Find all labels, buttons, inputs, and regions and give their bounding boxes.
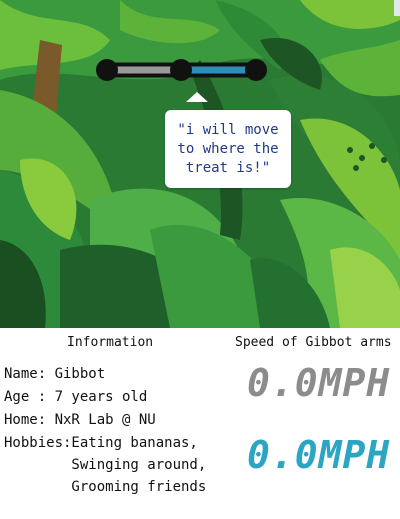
info-name: Name: Gibbot bbox=[4, 366, 106, 382]
arm-speed-readout-gray: 0.0MPH bbox=[247, 361, 391, 405]
info-age: Age : 7 years old bbox=[4, 389, 148, 405]
gibbot-center-joint bbox=[170, 59, 192, 81]
info-hobbies-line: Swinging around, bbox=[4, 457, 207, 473]
info-hobbies-line: Grooming friends bbox=[4, 479, 207, 495]
gibbot-left-joint bbox=[96, 59, 118, 81]
speech-bubble-line: to where the bbox=[177, 141, 279, 157]
speed-heading: Speed of Gibbot arms bbox=[235, 335, 392, 350]
speech-bubble-line: treat is!" bbox=[185, 160, 271, 176]
gibbot-right-joint bbox=[245, 59, 267, 81]
info-home: Home: NxR Lab @ NU bbox=[4, 412, 156, 428]
information-heading: Information bbox=[67, 335, 154, 350]
speech-bubble-line: "i will move bbox=[177, 122, 279, 138]
speech-bubble: "i will move to where the treat is!" bbox=[165, 110, 291, 188]
info-hobbies: Hobbies:Eating bananas, bbox=[4, 435, 198, 451]
speech-bubble-pointer bbox=[186, 92, 208, 102]
arm-speed-readout-blue: 0.0MPH bbox=[247, 433, 391, 477]
corner-handle bbox=[394, 0, 400, 16]
